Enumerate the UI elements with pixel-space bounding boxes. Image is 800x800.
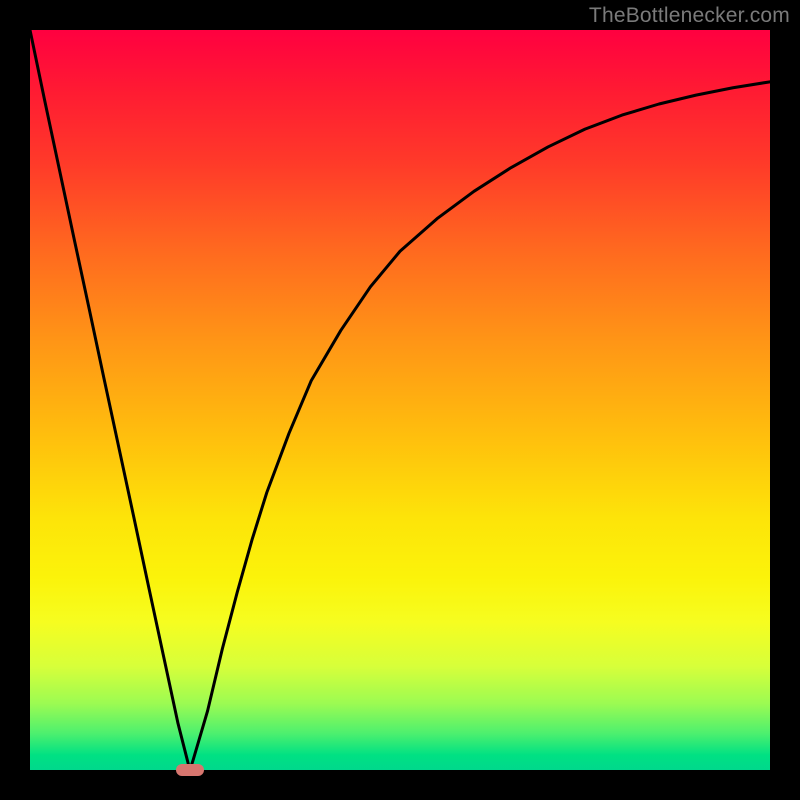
bottleneck-curve [30, 30, 770, 770]
chart-stage: TheBottlenecker.com [0, 0, 800, 800]
watermark-text: TheBottlenecker.com [589, 4, 790, 28]
plot-area [30, 30, 770, 770]
optimal-point-marker [176, 764, 204, 776]
